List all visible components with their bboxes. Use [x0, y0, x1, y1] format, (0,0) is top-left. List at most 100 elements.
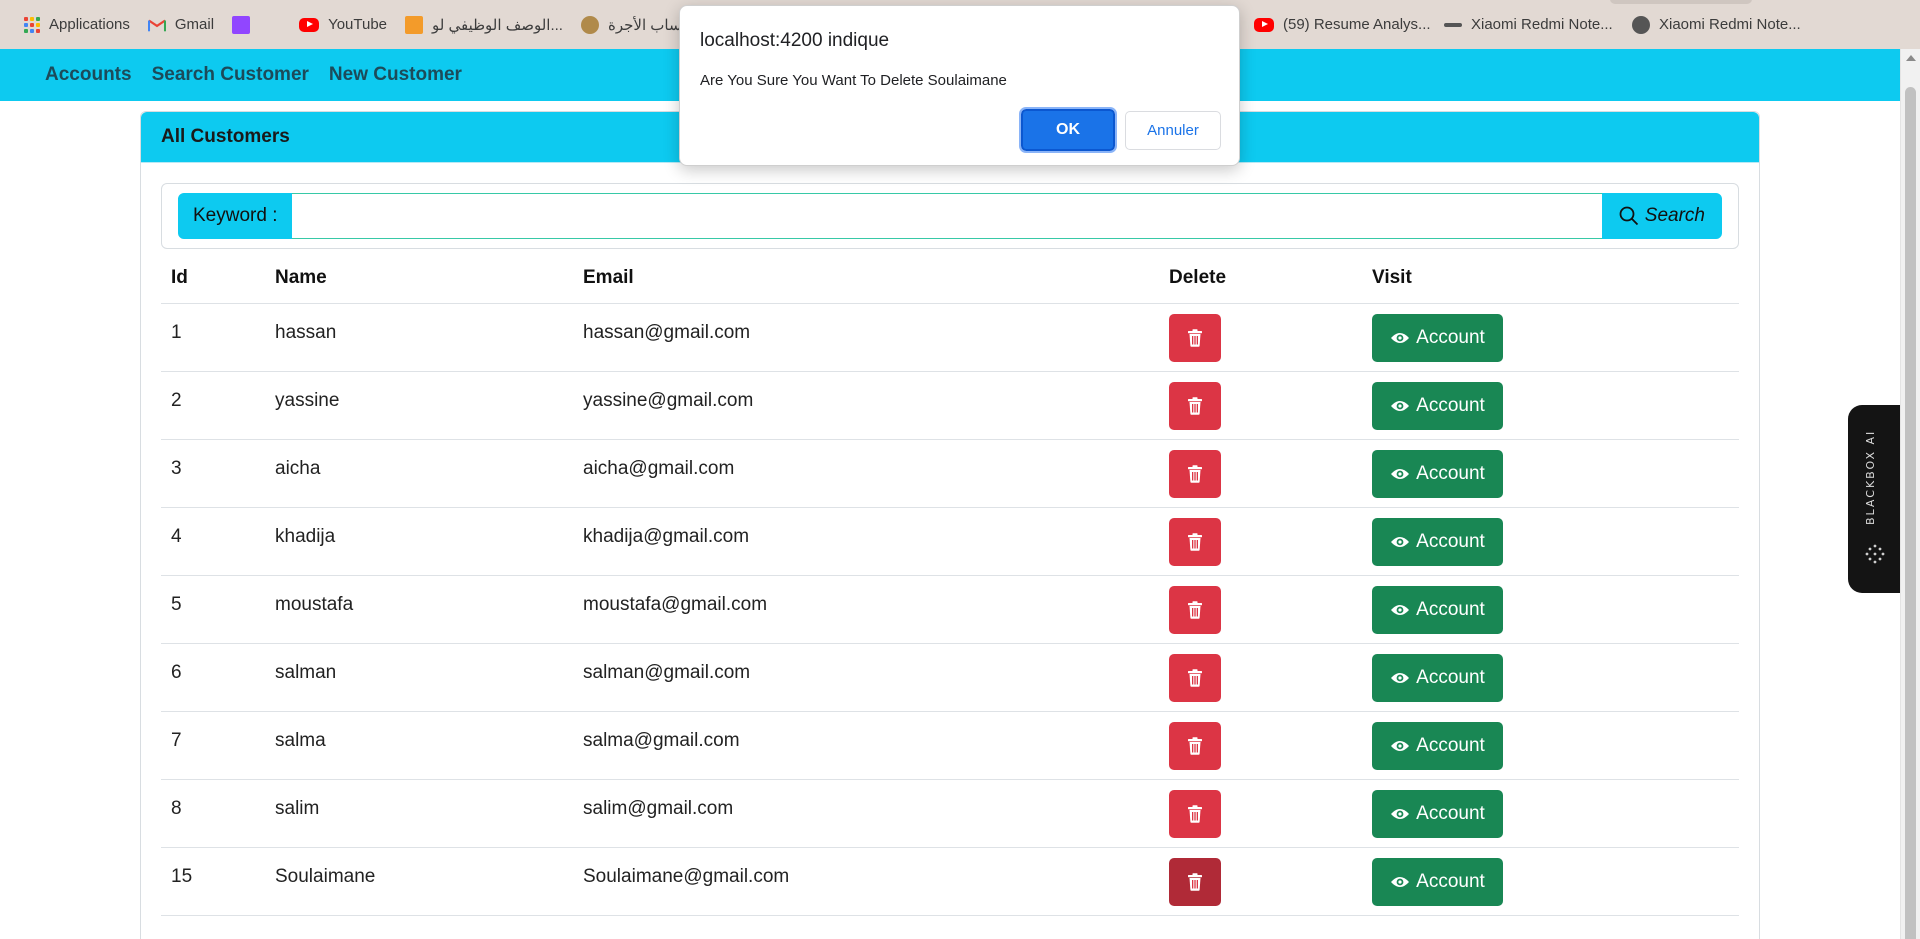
confirm-dialog: localhost:4200 indique Are You Sure You …	[679, 5, 1240, 166]
delete-button[interactable]	[1169, 449, 1221, 498]
bookmark-applications[interactable]: Applications	[18, 10, 142, 40]
cell-email: salim@gmail.com	[573, 779, 1159, 848]
account-button-label: Account	[1416, 598, 1485, 620]
cell-id: 1	[161, 303, 265, 372]
blackbox-ai-widget[interactable]: BLACKBOX AI	[1848, 405, 1900, 593]
bookmark-twitch[interactable]	[226, 10, 271, 40]
cell-delete	[1159, 303, 1362, 372]
cell-name: aicha	[265, 439, 573, 508]
search-icon	[1619, 206, 1638, 226]
nav-accounts[interactable]: Accounts	[45, 64, 132, 86]
cell-delete	[1159, 779, 1362, 848]
eye-icon	[1391, 672, 1410, 683]
account-button[interactable]: Account	[1372, 585, 1503, 634]
bookmark-job-description[interactable]: الوصف الوظيفي لو...	[399, 10, 575, 40]
table-row: 8 salim salim@gmail.com Account	[161, 779, 1739, 848]
page-scrollbar[interactable]	[1900, 49, 1920, 939]
table-row: 15 Soulaimane Soulaimane@gmail.com Account	[161, 847, 1739, 916]
account-button-label: Account	[1416, 734, 1485, 756]
eye-icon	[1391, 740, 1410, 751]
table-row: 3 aicha aicha@gmail.com Account	[161, 439, 1739, 508]
globe-icon	[1632, 15, 1650, 34]
cell-email: hassan@gmail.com	[573, 303, 1159, 372]
cell-name: salman	[265, 643, 573, 712]
cell-delete	[1159, 439, 1362, 508]
bookmark-label: Xiaomi Redmi Note...	[1659, 16, 1801, 33]
account-button[interactable]: Account	[1372, 857, 1503, 906]
cell-email: aicha@gmail.com	[573, 439, 1159, 508]
delete-button[interactable]	[1169, 381, 1221, 430]
youtube-icon	[299, 17, 320, 32]
account-button[interactable]: Account	[1372, 789, 1503, 838]
header-email: Email	[573, 253, 1159, 304]
account-button-label: Account	[1416, 326, 1485, 348]
trash-icon	[1188, 804, 1202, 823]
bookmark-gmail[interactable]: Gmail	[142, 10, 226, 40]
header-visit: Visit	[1362, 253, 1739, 304]
eye-icon	[1391, 536, 1410, 547]
bookmark-label: Gmail	[174, 16, 215, 33]
customers-table: Id Name Email Delete Visit 1 hassan hassan…	[161, 253, 1739, 916]
cell-id: 6	[161, 643, 265, 712]
delete-button[interactable]	[1169, 789, 1221, 838]
trash-icon	[1188, 736, 1202, 755]
bookmark-resume-analysis[interactable]: (59) Resume Analys...	[1248, 10, 1443, 40]
account-button[interactable]: Account	[1372, 721, 1503, 770]
cell-name: salim	[265, 779, 573, 848]
cell-id: 2	[161, 371, 265, 440]
account-button[interactable]: Account	[1372, 517, 1503, 566]
cell-email: salman@gmail.com	[573, 643, 1159, 712]
account-button[interactable]: Account	[1372, 449, 1503, 498]
bookmark-label: الوصف الوظيفي لو...	[432, 16, 563, 34]
cell-visit: Account	[1362, 303, 1739, 372]
account-button[interactable]: Account	[1372, 381, 1503, 430]
table-row: 1 hassan hassan@gmail.com Account	[161, 303, 1739, 372]
bookmark-label: Applications	[49, 16, 130, 33]
cell-visit: Account	[1362, 711, 1739, 780]
bookmark-youtube[interactable]: YouTube	[293, 10, 399, 40]
account-button-label: Account	[1416, 666, 1485, 688]
twitch-icon	[232, 15, 251, 34]
cell-visit: Account	[1362, 643, 1739, 712]
delete-button[interactable]	[1169, 585, 1221, 634]
cell-visit: Account	[1362, 779, 1739, 848]
eye-icon	[1391, 332, 1410, 343]
bookmark-xiaomi-2[interactable]: Xiaomi Redmi Note...	[1626, 10, 1813, 40]
search-button[interactable]: Search	[1601, 193, 1722, 239]
delete-button[interactable]	[1169, 857, 1221, 906]
account-button[interactable]: Account	[1372, 653, 1503, 702]
table-header-row: Id Name Email Delete Visit	[161, 253, 1739, 304]
dialog-title: localhost:4200 indique	[700, 30, 890, 51]
table-row: 7 salma salma@gmail.com Account	[161, 711, 1739, 780]
blackbox-logo-icon	[1865, 544, 1885, 564]
cell-visit: Account	[1362, 371, 1739, 440]
bookmark-label: Xiaomi Redmi Note...	[1471, 16, 1613, 33]
dialog-ok-button[interactable]: OK	[1019, 107, 1117, 153]
eye-icon	[1391, 400, 1410, 411]
keyword-input[interactable]	[292, 193, 1602, 239]
delete-button[interactable]	[1169, 653, 1221, 702]
dialog-message: Are You Sure You Want To Delete Soulaima…	[700, 72, 1007, 89]
trash-icon	[1188, 464, 1202, 483]
eye-icon	[1391, 604, 1410, 615]
eye-icon	[1391, 808, 1410, 819]
delete-button[interactable]	[1169, 313, 1221, 362]
delete-button[interactable]	[1169, 517, 1221, 566]
scroll-up-icon[interactable]	[1905, 55, 1916, 61]
cell-email: moustafa@gmail.com	[573, 575, 1159, 644]
cell-id: 15	[161, 847, 265, 916]
account-button[interactable]: Account	[1372, 313, 1503, 362]
trash-icon	[1188, 600, 1202, 619]
trash-icon	[1188, 532, 1202, 551]
nav-search-customer[interactable]: Search Customer	[152, 64, 309, 86]
nav-new-customer[interactable]: New Customer	[329, 64, 462, 86]
delete-button[interactable]	[1169, 721, 1221, 770]
account-button-label: Account	[1416, 462, 1485, 484]
cell-name: salma	[265, 711, 573, 780]
search-button-label: Search	[1644, 205, 1705, 226]
cell-name: moustafa	[265, 575, 573, 644]
scroll-thumb[interactable]	[1905, 87, 1916, 939]
bookmark-xiaomi-1[interactable]: Xiaomi Redmi Note...	[1438, 10, 1625, 40]
orange-site-icon	[405, 15, 424, 34]
dialog-cancel-button[interactable]: Annuler	[1125, 111, 1221, 150]
